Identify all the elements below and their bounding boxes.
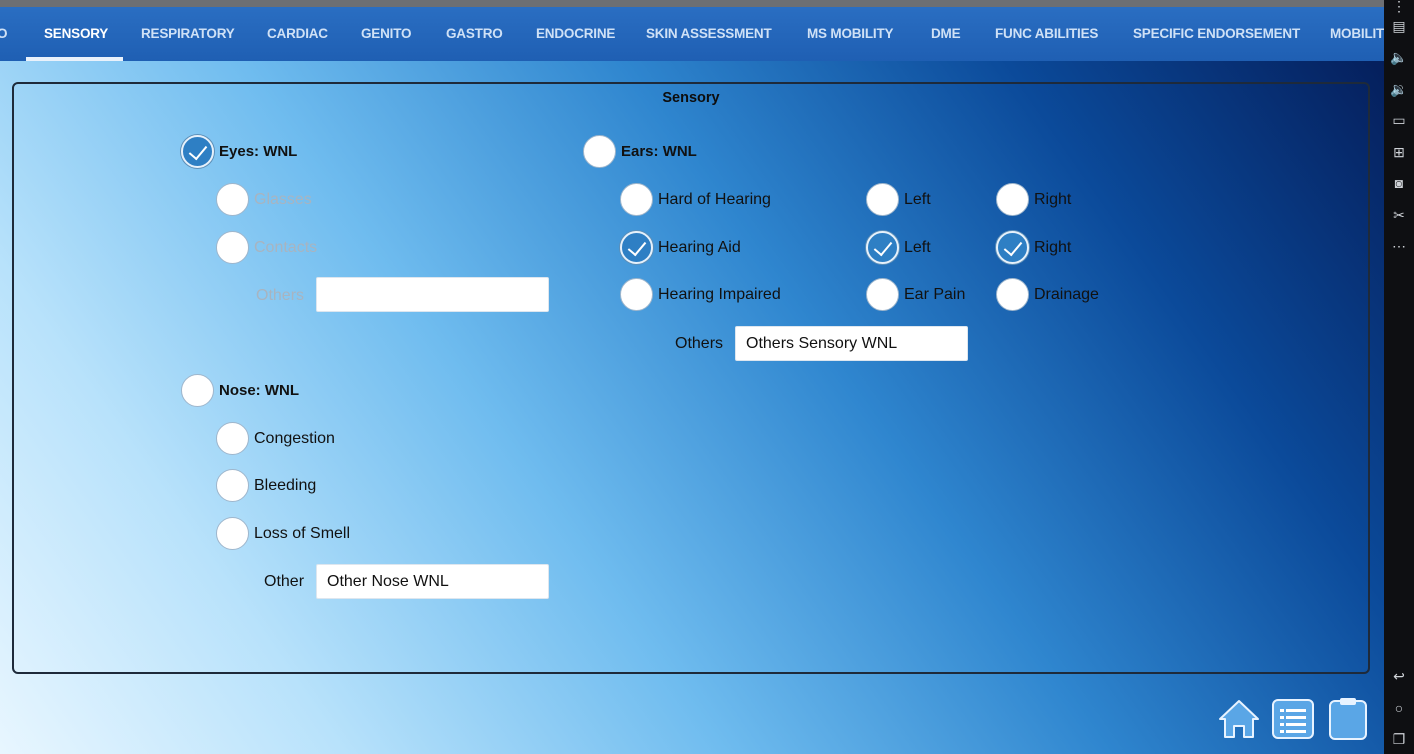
hard-of-hearing-label: Hard of Hearing — [658, 190, 771, 208]
ears-others-input[interactable] — [735, 326, 968, 361]
eyes-others-label: Others — [256, 287, 305, 304]
ears-wnl-option[interactable]: Ears: WNL — [583, 135, 697, 168]
volume-down-icon[interactable]: 🔉 — [1389, 79, 1409, 99]
contacts-option[interactable]: Contacts — [216, 231, 317, 264]
app-window: O SENSORY RESPIRATORY CARDIAC GENITO GAS… — [0, 0, 1384, 754]
contacts-label: Contacts — [254, 238, 318, 256]
tab-previous[interactable]: O — [0, 7, 8, 61]
hoh-left-radio[interactable] — [866, 183, 899, 216]
hoh-right-radio[interactable] — [996, 183, 1029, 216]
bleeding-radio[interactable] — [216, 469, 249, 502]
system-side-bar: ⋮ ▤ 🔈 🔉 ▭ ⊞ ◙ ✂ ⋯ ↩ ○ ❐ — [1384, 0, 1414, 754]
tab-func-abilities[interactable]: FUNC ABILITIES — [995, 7, 1098, 61]
ear-pain-label: Ear Pain — [904, 285, 966, 303]
ears-wnl-label: Ears: WNL — [621, 143, 697, 160]
ears-others-label: Others — [675, 335, 724, 352]
glasses-radio[interactable] — [216, 183, 249, 216]
tab-endocrine[interactable]: ENDOCRINE — [536, 7, 615, 61]
hearing-aid-option[interactable]: Hearing Aid — [620, 231, 741, 264]
hearing-aid-label: Hearing Aid — [658, 238, 741, 256]
hoh-left-label: Left — [904, 190, 931, 208]
clipboard-button[interactable] — [1326, 697, 1370, 741]
loss-of-smell-option[interactable]: Loss of Smell — [216, 517, 350, 550]
tab-dme[interactable]: DME — [931, 7, 961, 61]
nose-other-label: Other — [264, 573, 305, 590]
home-button[interactable] — [1217, 697, 1261, 741]
eyes-wnl-option[interactable]: Eyes: WNL — [181, 135, 297, 168]
tab-skin-assessment[interactable]: SKIN ASSESSMENT — [646, 7, 772, 61]
tab-ms-mobility[interactable]: MS MOBILITY — [807, 7, 893, 61]
aid-left-label: Left — [904, 238, 931, 256]
ellipsis-icon[interactable]: ⋯ — [1389, 236, 1409, 256]
nose-wnl-label: Nose: WNL — [219, 382, 299, 399]
list-button[interactable] — [1271, 697, 1315, 741]
home-circle-icon[interactable]: ○ — [1389, 698, 1409, 718]
volume-up-icon[interactable]: 🔈 — [1389, 47, 1409, 67]
aid-right-label: Right — [1034, 238, 1072, 256]
hearing-impaired-radio[interactable] — [620, 278, 653, 311]
back-icon[interactable]: ↩ — [1389, 666, 1409, 686]
hearing-impaired-label: Hearing Impaired — [658, 285, 781, 303]
cut-icon[interactable]: ✂ — [1389, 205, 1409, 225]
aid-right-option[interactable]: Right — [996, 231, 1071, 264]
bleeding-label: Bleeding — [254, 476, 317, 494]
camera-icon[interactable]: ◙ — [1389, 173, 1409, 193]
nose-wnl-radio[interactable] — [181, 374, 214, 407]
eyes-wnl-radio[interactable] — [181, 135, 214, 168]
congestion-option[interactable]: Congestion — [216, 422, 335, 455]
panel-title: Sensory — [662, 90, 720, 106]
ear-pain-option[interactable]: Ear Pain — [866, 278, 965, 311]
ears-wnl-radio[interactable] — [583, 135, 616, 168]
recents-icon[interactable]: ❐ — [1389, 729, 1409, 749]
aid-left-radio[interactable] — [866, 231, 899, 264]
window-top-border — [0, 0, 1384, 7]
tab-sensory[interactable]: SENSORY — [44, 7, 108, 61]
hoh-right-option[interactable]: Right — [996, 183, 1071, 216]
tab-mobility[interactable]: MOBILIT — [1330, 7, 1384, 61]
screen-icon[interactable]: ▭ — [1389, 110, 1409, 130]
hoh-left-option[interactable]: Left — [866, 183, 931, 216]
tab-gastro[interactable]: GASTRO — [446, 7, 503, 61]
loss-of-smell-radio[interactable] — [216, 517, 249, 550]
hard-of-hearing-radio[interactable] — [620, 183, 653, 216]
clipboard-icon — [1329, 698, 1367, 740]
glasses-option[interactable]: Glasses — [216, 183, 312, 216]
active-tab-indicator — [26, 57, 123, 61]
loss-of-smell-label: Loss of Smell — [254, 524, 351, 542]
aid-left-option[interactable]: Left — [866, 231, 931, 264]
hoh-right-label: Right — [1034, 190, 1072, 208]
tab-specific-endorsement[interactable]: SPECIFIC ENDORSEMENT — [1133, 7, 1300, 61]
eyes-wnl-label: Eyes: WNL — [219, 143, 298, 160]
eyes-others-input[interactable] — [316, 277, 549, 312]
glasses-label: Glasses — [254, 190, 312, 208]
hearing-impaired-option[interactable]: Hearing Impaired — [620, 278, 781, 311]
congestion-label: Congestion — [254, 429, 335, 447]
aid-right-radio[interactable] — [996, 231, 1029, 264]
tab-bar: O SENSORY RESPIRATORY CARDIAC GENITO GAS… — [0, 7, 1384, 61]
tab-genito[interactable]: GENITO — [361, 7, 412, 61]
drainage-label: Drainage — [1034, 285, 1099, 303]
more-icon[interactable]: ⋮ — [1389, 0, 1409, 16]
hard-of-hearing-option[interactable]: Hard of Hearing — [620, 183, 771, 216]
tab-cardiac[interactable]: CARDIAC — [267, 7, 328, 61]
nose-wnl-option[interactable]: Nose: WNL — [181, 374, 299, 407]
nose-other-input[interactable] — [316, 564, 549, 599]
congestion-radio[interactable] — [216, 422, 249, 455]
keyboard-icon[interactable]: ▤ — [1389, 16, 1409, 36]
hearing-aid-radio[interactable] — [620, 231, 653, 264]
tab-respiratory[interactable]: RESPIRATORY — [141, 7, 235, 61]
ear-pain-radio[interactable] — [866, 278, 899, 311]
drainage-radio[interactable] — [996, 278, 1029, 311]
add-screen-icon[interactable]: ⊞ — [1389, 142, 1409, 162]
bleeding-option[interactable]: Bleeding — [216, 469, 316, 502]
list-icon — [1272, 699, 1314, 739]
contacts-radio[interactable] — [216, 231, 249, 264]
home-icon — [1219, 700, 1259, 738]
drainage-option[interactable]: Drainage — [996, 278, 1099, 311]
